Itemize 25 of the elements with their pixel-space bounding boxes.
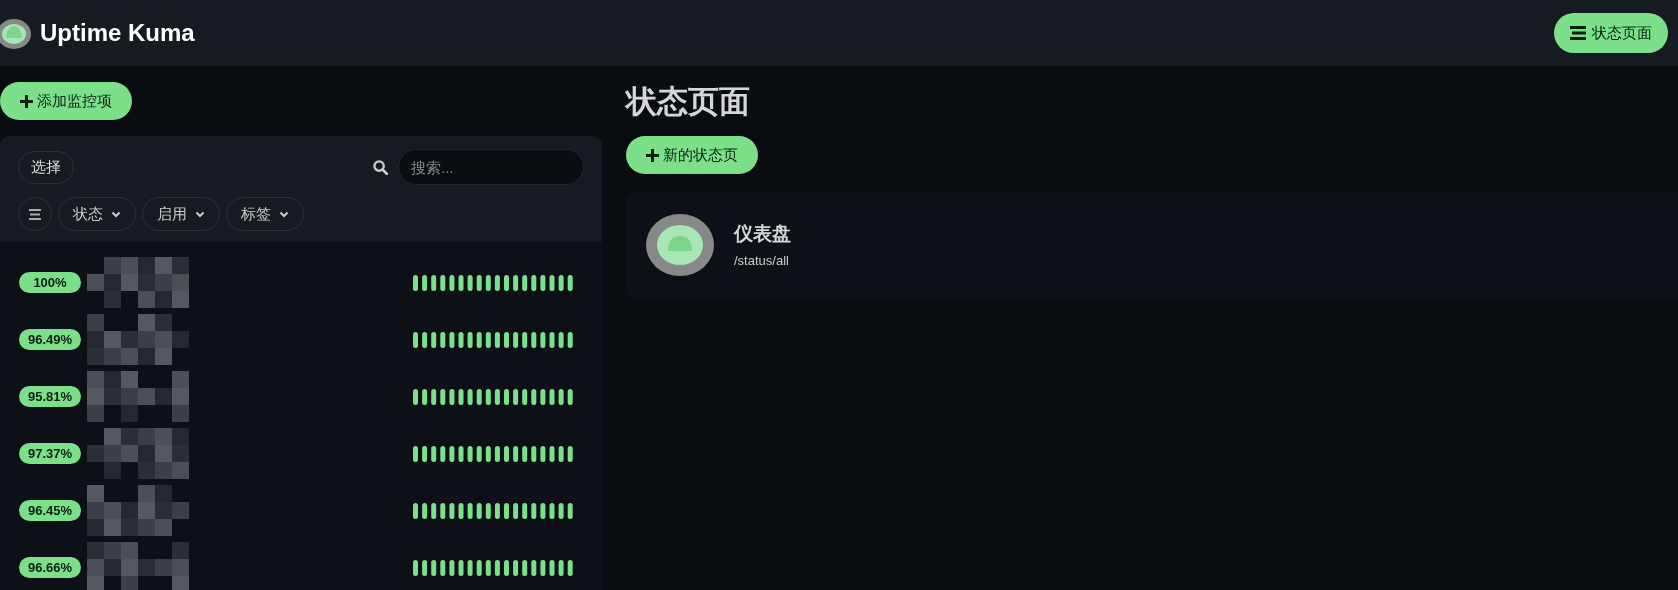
chevron-down-icon — [111, 210, 121, 218]
logo-icon — [646, 214, 714, 276]
chevron-down-icon — [195, 210, 205, 218]
menu-icon — [29, 208, 41, 220]
status-page-card[interactable]: 仪表盘 /status/all — [626, 192, 1678, 298]
uptime-badge: 96.45% — [19, 500, 81, 521]
uptime-badge: 97.37% — [19, 443, 81, 464]
uptime-badge: 95.81% — [19, 386, 81, 407]
status-page-name: 仪表盘 — [734, 222, 791, 246]
status-page-path: /status/all — [734, 251, 790, 270]
uptime-badge: 96.49% — [19, 329, 81, 350]
uptime-badge: 100% — [19, 272, 81, 293]
search-field[interactable]: 搜索... — [398, 149, 584, 185]
page-heading: 状态页面 — [626, 83, 751, 121]
search-icon — [373, 159, 388, 175]
chevron-down-icon — [279, 210, 289, 218]
app-title: Uptime Kuma — [40, 18, 195, 48]
logo-icon — [0, 16, 32, 50]
menu-icon — [1570, 26, 1586, 40]
plus-icon — [646, 148, 659, 162]
uptime-badge: 96.66% — [19, 557, 81, 578]
new-status-page-button[interactable]: 新的状态页 — [626, 136, 758, 174]
status-page-button[interactable]: 状态页面 — [1554, 13, 1668, 53]
add-monitor-button[interactable]: 添加监控项 — [0, 82, 132, 120]
plus-icon — [20, 94, 33, 108]
